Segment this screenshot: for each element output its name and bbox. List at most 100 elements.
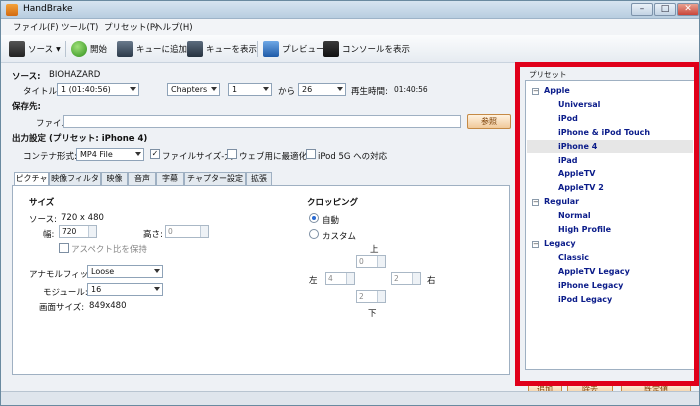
tab-video[interactable]: 映像 (101, 172, 128, 185)
chapters-select-value: Chapters (171, 85, 208, 94)
preset-item[interactable]: iPhone & iPod Touch (558, 128, 650, 137)
display-size-label: 画面サイズ: (39, 303, 85, 313)
close-button[interactable]: ✕ (677, 3, 699, 16)
chevron-down-icon (263, 87, 269, 91)
dropdown-arrow-icon: ▼ (56, 45, 61, 53)
show-queue-button[interactable]: キューを表示 (187, 40, 257, 58)
chapter-start-select[interactable]: 1 (228, 83, 272, 96)
preview-icon (263, 41, 279, 57)
menu-help[interactable]: ヘルプ(H) (154, 21, 193, 33)
destination-heading: 保存先: (12, 102, 41, 112)
width-label: 幅: (43, 230, 55, 240)
toolbar-separator (65, 41, 66, 57)
menu-bar: ファイル(F) ツール(T) プリセット(P) ヘルプ(H) (1, 19, 699, 35)
handbrake-logo-icon (6, 4, 18, 16)
crop-right-value: 2 (394, 274, 399, 283)
chapter-start-value: 1 (232, 85, 238, 94)
preset-item[interactable]: High Profile (558, 225, 611, 234)
preset-item[interactable]: iPod (558, 114, 578, 123)
tab-chapters[interactable]: チャプター設定 (184, 172, 246, 185)
chevron-down-icon (337, 87, 343, 91)
preset-item[interactable]: Universal (558, 100, 600, 109)
duration-value: 01:40:56 (394, 85, 428, 94)
crop-bottom-value: 2 (359, 292, 364, 301)
maximize-button[interactable]: □ (654, 3, 676, 16)
tab-subtitles[interactable]: 字幕 (156, 172, 184, 185)
menu-tools[interactable]: ツール(T) (61, 21, 98, 33)
keep-aspect-checkbox[interactable] (59, 243, 69, 253)
add-to-queue-button[interactable]: キューに追加 (117, 40, 187, 58)
height-stepper[interactable]: 0 (165, 225, 209, 238)
preview-button[interactable]: プレビュー (263, 40, 325, 58)
console-icon (323, 41, 339, 57)
collapse-icon[interactable]: − (532, 88, 539, 95)
source-size-value: 720 x 480 (61, 213, 104, 223)
preset-item[interactable]: iPhone 4 (558, 142, 597, 151)
presets-panel: − Apple Universal iPod iPhone & iPod Touch iP… (525, 80, 695, 370)
preset-item[interactable]: iPad (558, 156, 578, 165)
tab-advanced[interactable]: 拡張 (246, 172, 272, 185)
ipod5g-checkbox[interactable] (306, 149, 316, 159)
chapter-range-label: から (278, 87, 296, 97)
modulus-select-value: 16 (91, 285, 102, 294)
presets-heading: プリセット (529, 70, 567, 79)
title-label: タイトル: (23, 87, 60, 97)
toolbar-separator (257, 41, 258, 57)
tab-video-filters[interactable]: 映像フィルター (49, 172, 101, 195)
duration-label: 再生時間: (351, 87, 388, 97)
source-button[interactable]: ソース ▼ (9, 40, 61, 58)
preset-item[interactable]: iPhone Legacy (558, 281, 623, 290)
tab-audio[interactable]: 音声 (128, 172, 156, 185)
preset-item[interactable]: Classic (558, 253, 589, 262)
crop-top-stepper[interactable]: 0 (356, 255, 386, 268)
crop-left-stepper[interactable]: 4 (325, 272, 355, 285)
crop-top-value: 0 (359, 257, 364, 266)
crop-left-value: 4 (328, 274, 333, 283)
menu-presets[interactable]: プリセット(P) (104, 21, 158, 33)
menu-file[interactable]: ファイル(F) (13, 21, 59, 33)
start-button[interactable]: 開始 (71, 40, 107, 58)
crop-auto-radio[interactable] (309, 213, 319, 223)
preset-item[interactable]: AppleTV (558, 169, 595, 178)
browse-button[interactable]: 参照 (467, 114, 511, 129)
title-bar: HandBrake – □ ✕ (1, 1, 699, 19)
output-settings-heading: 出力設定 (プリセット: iPhone 4) (12, 134, 148, 144)
crop-custom-radio[interactable] (309, 229, 319, 239)
web-optimized-checkbox[interactable] (227, 149, 237, 159)
crop-bottom-stepper[interactable]: 2 (356, 290, 386, 303)
chapters-select[interactable]: Chapters (167, 83, 220, 96)
large-file-checkbox[interactable]: ✓ (150, 149, 160, 159)
chevron-down-icon (130, 87, 136, 91)
modulus-select[interactable]: 16 (87, 283, 163, 296)
collapse-icon[interactable]: − (532, 199, 539, 207)
chapter-end-select[interactable]: 26 (298, 83, 346, 96)
crop-right-stepper[interactable]: 2 (391, 272, 421, 285)
collapse-icon[interactable]: − (532, 240, 539, 248)
chevron-down-icon (211, 87, 217, 91)
preset-group[interactable]: Legacy (544, 239, 576, 248)
destination-file-input[interactable] (63, 115, 461, 128)
container-select[interactable]: MP4 File (76, 148, 144, 161)
preset-group[interactable]: Apple (544, 86, 570, 95)
preset-item[interactable]: AppleTV 2 (558, 183, 604, 192)
source-label: ソース: (12, 72, 41, 82)
preset-item[interactable]: AppleTV Legacy (558, 267, 630, 276)
tab-picture[interactable]: ピクチャ (14, 172, 49, 186)
title-select[interactable]: 1 (01:40:56) (57, 83, 139, 96)
window-title: HandBrake (23, 4, 73, 14)
chevron-down-icon (154, 287, 160, 291)
console-button[interactable]: コンソールを表示 (323, 40, 410, 58)
toolbar: ソース ▼ 開始 キューに追加 キューを表示 プレビュー コンソールを表示 (1, 35, 699, 63)
preset-item[interactable]: iPod Legacy (558, 295, 612, 304)
preset-group[interactable]: Regular (544, 197, 579, 206)
display-size-value: 849x480 (89, 301, 127, 311)
title-select-value: 1 (01:40:56) (61, 85, 111, 94)
anamorphic-select[interactable]: Loose (87, 265, 163, 278)
preset-item[interactable]: Normal (558, 211, 591, 220)
minimize-button[interactable]: – (631, 3, 653, 16)
keep-aspect-label: アスペクト比を保持 (71, 245, 147, 255)
console-label: コンソールを表示 (342, 45, 411, 55)
width-stepper[interactable]: 720 (59, 225, 97, 238)
crop-left-label: 左 (309, 276, 318, 286)
web-optimized-label: ウェブ用に最適化 (239, 152, 308, 162)
